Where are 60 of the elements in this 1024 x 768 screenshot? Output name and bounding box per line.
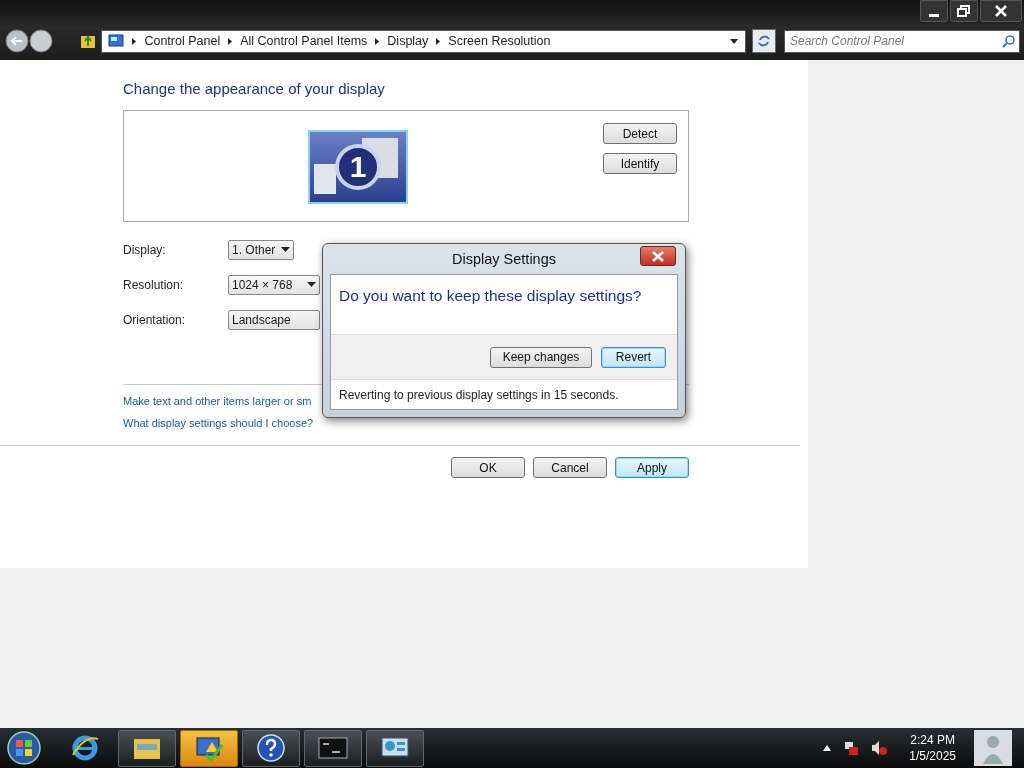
refresh-icon — [757, 34, 772, 48]
dialog-title: Display Settings — [452, 251, 556, 267]
close-icon — [651, 250, 665, 262]
search-icon[interactable] — [1002, 34, 1015, 48]
chevron-icon — [130, 36, 139, 46]
back-forward-icon[interactable] — [4, 28, 54, 54]
search-field[interactable]: Search Control Panel — [783, 29, 1020, 53]
console-icon — [318, 736, 348, 760]
dialog-button[interactable]: Apply — [615, 457, 689, 478]
network-icon[interactable] — [843, 740, 860, 756]
dropdown[interactable]: 1. Other — [228, 240, 294, 260]
taskbar-button[interactable] — [242, 729, 300, 767]
breadcrumb[interactable]: Screen Resolution — [448, 34, 551, 48]
restore-button[interactable] — [950, 0, 978, 22]
minimize-button[interactable] — [920, 0, 948, 22]
close-button[interactable] — [640, 246, 676, 266]
dialog-button[interactable]: Cancel — [533, 457, 607, 478]
volume-muted-icon[interactable] — [871, 740, 888, 756]
chevron-icon — [226, 36, 235, 46]
dropdown-caret-icon[interactable] — [729, 37, 740, 45]
help-link[interactable]: What display settings should I choose? — [123, 417, 314, 429]
field-label: Display: — [123, 243, 167, 257]
monitor-tile[interactable]: 1 — [308, 130, 408, 204]
taskbar-button[interactable] — [366, 729, 424, 767]
page-heading: Change the appearance of your display — [123, 80, 386, 99]
address-bar[interactable]: Control Panel All Control Panel Items Display Screen Resolution — [101, 29, 747, 53]
display-action-button[interactable]: Identify — [603, 153, 677, 174]
control-panel-icon — [108, 34, 125, 48]
field-label: Resolution: — [123, 278, 185, 292]
show-hidden-icons-icon[interactable] — [823, 745, 832, 751]
minimize-icon — [929, 13, 939, 17]
dropdown-caret-icon — [281, 247, 290, 253]
help-icon — [256, 733, 286, 763]
taskbar-button[interactable] — [118, 729, 176, 767]
dropdown[interactable]: Landscape — [228, 310, 320, 330]
breadcrumb[interactable]: Control Panel — [144, 34, 221, 48]
monitor-number: 1 — [335, 144, 381, 190]
chevron-icon — [434, 36, 443, 46]
dialog-button[interactable]: Revert — [601, 346, 666, 368]
refresh-button[interactable] — [752, 29, 776, 53]
close-button[interactable] — [980, 0, 1022, 22]
chevron-icon — [373, 36, 382, 46]
restore-icon — [957, 5, 971, 17]
help-link[interactable]: Make text and other items larger or sm — [123, 395, 312, 407]
start-button[interactable] — [6, 730, 42, 766]
dialog-button[interactable]: OK — [451, 457, 525, 478]
dropdown-caret-icon — [307, 282, 316, 288]
display-action-button[interactable]: Detect — [603, 123, 677, 144]
countdown-text: Reverting to previous display settings in 15 seconds. — [338, 387, 620, 402]
breadcrumb[interactable]: Display — [387, 34, 429, 48]
dropdown[interactable]: 1024 × 768 — [228, 275, 320, 295]
taskbar-button[interactable] — [180, 729, 238, 767]
clock-date[interactable]: 1/5/2025 — [909, 749, 956, 763]
field-label: Orientation: — [123, 313, 187, 327]
breadcrumb[interactable]: All Control Panel Items — [240, 34, 368, 48]
monitor-check-icon — [194, 735, 224, 761]
dialog-button[interactable]: Keep changes — [490, 346, 592, 368]
browser-icon — [70, 733, 100, 763]
close-icon — [994, 5, 1008, 17]
clock-time[interactable]: 2:24 PM — [910, 733, 955, 747]
